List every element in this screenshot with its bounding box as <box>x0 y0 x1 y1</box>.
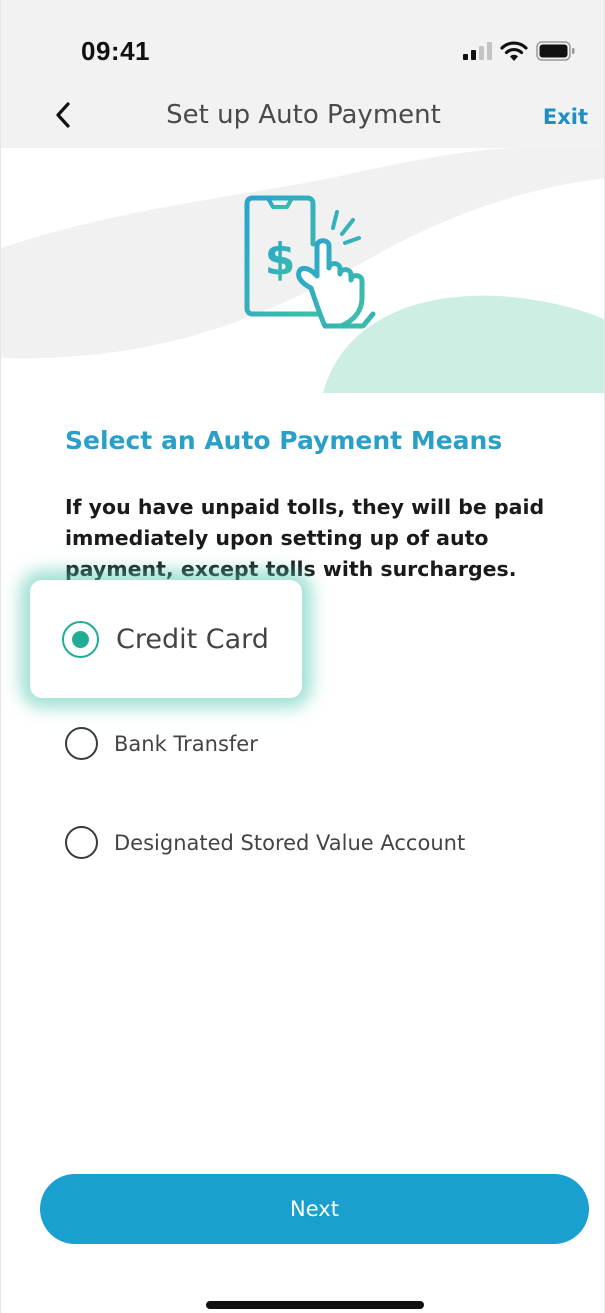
section-heading: Select an Auto Payment Means <box>65 426 503 455</box>
next-button[interactable]: Next <box>40 1174 589 1244</box>
option-label: Credit Card <box>116 623 269 655</box>
option-credit-card[interactable]: Credit Card <box>30 580 302 698</box>
description-text: If you have unpaid tolls, they will be p… <box>65 495 545 581</box>
phone-payment-tap-icon: $ <box>241 192 391 342</box>
radio-dot <box>72 630 89 648</box>
option-bank-transfer[interactable]: Bank Transfer <box>65 727 258 760</box>
hero-illustration: $ <box>1 148 604 393</box>
nav-bar: Set up Auto Payment Exit <box>1 85 604 148</box>
phone-screen: 09:41 Set up Auto Payment Exit $ Select … <box>0 0 605 1313</box>
wifi-icon <box>500 40 528 66</box>
page-title: Set up Auto Payment <box>166 100 441 130</box>
radio-button[interactable] <box>65 727 98 760</box>
radio-button[interactable] <box>65 826 98 859</box>
svg-text:$: $ <box>265 234 296 285</box>
exit-button[interactable]: Exit <box>543 105 588 129</box>
status-icons <box>462 40 576 66</box>
signal-icon <box>462 41 492 65</box>
home-indicator <box>206 1301 424 1309</box>
option-label: Designated Stored Value Account <box>114 830 466 855</box>
radio-button-selected[interactable] <box>62 620 99 658</box>
battery-icon <box>536 41 576 65</box>
option-label: Bank Transfer <box>114 731 258 756</box>
status-time: 09:41 <box>81 36 150 66</box>
option-stored-value-account[interactable]: Designated Stored Value Account <box>65 826 465 859</box>
status-bar: 09:41 <box>1 0 604 85</box>
